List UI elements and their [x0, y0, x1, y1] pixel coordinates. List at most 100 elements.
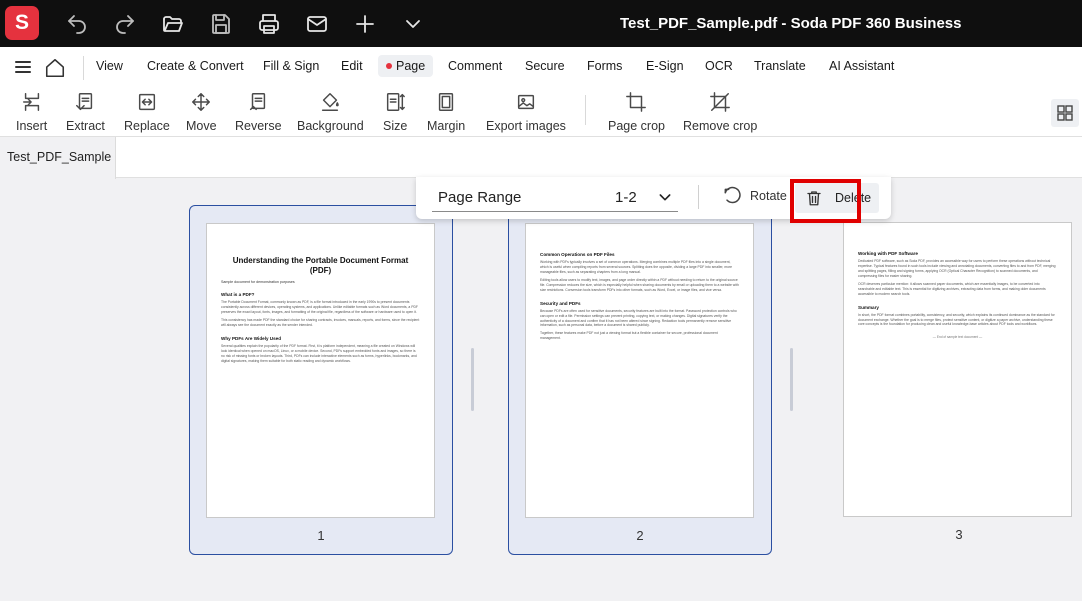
- export-images-label: Export images: [486, 119, 566, 133]
- hamburger-menu-icon[interactable]: [15, 61, 31, 73]
- replace-label: Replace: [124, 119, 170, 133]
- menu-forms[interactable]: Forms: [587, 59, 622, 73]
- page-paragraph: Working with PDFs typically involves a s…: [540, 260, 733, 274]
- app-logo[interactable]: S: [5, 6, 39, 40]
- size-icon: [387, 93, 406, 111]
- menu-comment[interactable]: Comment: [448, 59, 502, 73]
- insert-label: Insert: [16, 119, 48, 133]
- extract-label: Extract: [66, 119, 105, 133]
- save-icon[interactable]: [207, 10, 235, 38]
- replace-icon: [138, 93, 156, 111]
- page-paragraph: OCR deserves particular mention: it allo…: [858, 281, 1046, 296]
- page-paragraph: Because PDFs are often used for sensitiv…: [540, 308, 737, 328]
- remove-crop-button[interactable]: Remove crop: [683, 91, 757, 133]
- page-number: 2: [636, 528, 644, 543]
- page-paragraph: Several qualities explain the popularity…: [221, 343, 417, 363]
- menu-secure[interactable]: Secure: [525, 59, 565, 73]
- document-tab-bar: Test_PDF_Sample: [0, 137, 1082, 179]
- page-thumbnail-2[interactable]: Common Operations on PDF Files Working w…: [508, 205, 772, 555]
- paint-bucket-icon: [322, 93, 340, 111]
- size-button[interactable]: Size: [383, 91, 407, 133]
- document-tab[interactable]: Test_PDF_Sample: [0, 137, 116, 179]
- redo-icon[interactable]: [111, 10, 139, 38]
- page-heading: Working with PDF Software: [858, 251, 918, 256]
- mail-icon[interactable]: [303, 10, 331, 38]
- page-preview: Working with PDF Software Dedicated PDF …: [843, 222, 1072, 517]
- page-paragraph: Dedicated PDF software, such as Soda PDF…: [858, 259, 1056, 278]
- toolbar-divider: [585, 95, 586, 125]
- page-insert-divider[interactable]: [471, 348, 474, 411]
- page-range-label: Page Range: [438, 189, 522, 206]
- open-folder-icon[interactable]: [159, 10, 187, 38]
- action-bar-divider: [698, 185, 699, 209]
- background-label: Background: [297, 119, 364, 133]
- plus-icon[interactable]: [351, 10, 379, 38]
- page-paragraph: The Portable Document Format, commonly k…: [221, 300, 419, 315]
- page-heading: Common Operations on PDF Files: [540, 252, 615, 257]
- chevron-down-icon[interactable]: [399, 10, 427, 38]
- active-dot-icon: [386, 62, 392, 69]
- export-images-button[interactable]: Export images: [486, 91, 566, 133]
- remove-crop-label: Remove crop: [683, 119, 758, 133]
- page-paragraph: Together, these features make PDF not ju…: [540, 331, 718, 341]
- menu-divider: [83, 56, 84, 80]
- crop-icon: [626, 92, 647, 112]
- replace-button[interactable]: Replace: [124, 91, 170, 133]
- window-title: Test_PDF_Sample.pdf - Soda PDF 360 Busin…: [620, 15, 962, 32]
- page-crop-button[interactable]: Page crop: [608, 91, 665, 133]
- reverse-icon: [250, 93, 266, 111]
- page-insert-divider[interactable]: [790, 348, 793, 411]
- menu-esign[interactable]: E-Sign: [646, 59, 684, 73]
- extract-button[interactable]: Extract: [66, 91, 105, 133]
- rotate-label: Rotate: [750, 189, 787, 203]
- page-paragraph: This consistency has made PDF the standa…: [221, 318, 420, 327]
- move-label: Move: [186, 119, 217, 133]
- page-number: 3: [955, 527, 963, 542]
- page-heading: Why PDFs Are Widely Used: [221, 335, 282, 341]
- print-icon[interactable]: [255, 10, 283, 38]
- page-number: 1: [317, 528, 325, 543]
- page-heading: Summary: [858, 304, 879, 310]
- page-heading: What is a PDF?: [221, 292, 255, 298]
- page-preview: Common Operations on PDF Files Working w…: [525, 223, 754, 518]
- menu-ocr[interactable]: OCR: [705, 59, 733, 73]
- menu-create-convert[interactable]: Create & Convert: [147, 59, 244, 73]
- page-crop-label: Page crop: [608, 119, 665, 133]
- insert-icon: [22, 93, 39, 111]
- grid-view-icon[interactable]: [1051, 99, 1079, 127]
- margin-label: Margin: [427, 119, 466, 133]
- page-thumbnail-1[interactable]: Understanding the Portable Document Form…: [189, 205, 453, 555]
- background-button[interactable]: Background: [297, 91, 364, 133]
- page-preview: Understanding the Portable Document Form…: [206, 223, 435, 518]
- reverse-label: Reverse: [235, 119, 282, 133]
- insert-button[interactable]: Insert: [16, 91, 47, 133]
- size-label: Size: [383, 119, 408, 133]
- menu-translate[interactable]: Translate: [754, 59, 806, 73]
- menu-page-label: Page: [396, 59, 426, 73]
- margin-button[interactable]: Margin: [427, 91, 465, 133]
- remove-crop-icon: [710, 92, 731, 112]
- home-icon[interactable]: [44, 57, 66, 84]
- delete-highlight-box: [790, 179, 861, 223]
- menu-fill-sign[interactable]: Fill & Sign: [263, 59, 319, 73]
- menu-view[interactable]: View: [96, 59, 123, 73]
- page-range-value[interactable]: 1-2: [615, 189, 637, 206]
- margin-icon: [438, 93, 454, 111]
- extract-icon: [76, 93, 93, 111]
- menu-page[interactable]: Page: [378, 55, 434, 77]
- page-toolbar: Insert Extract Replace Move Reverse Back…: [0, 87, 1082, 137]
- page-range-underline: [432, 211, 678, 212]
- page-end-note: — End of sample text document —: [932, 335, 983, 340]
- menu-edit[interactable]: Edit: [341, 59, 363, 73]
- undo-icon[interactable]: [63, 10, 91, 38]
- menu-ai-assistant[interactable]: AI Assistant: [829, 59, 894, 73]
- reverse-button[interactable]: Reverse: [235, 91, 282, 133]
- chevron-down-icon[interactable]: [657, 189, 673, 210]
- image-icon: [517, 94, 535, 110]
- page-thumbnail-3[interactable]: Working with PDF Software Dedicated PDF …: [827, 205, 1082, 555]
- page-doc-subtitle: Sample document for demonstration purpos…: [221, 280, 295, 285]
- rotate-icon: [724, 186, 741, 204]
- rotate-button[interactable]: Rotate: [722, 186, 787, 206]
- move-button[interactable]: Move: [186, 91, 217, 133]
- page-doc-title: Understanding the Portable Document Form…: [232, 256, 409, 275]
